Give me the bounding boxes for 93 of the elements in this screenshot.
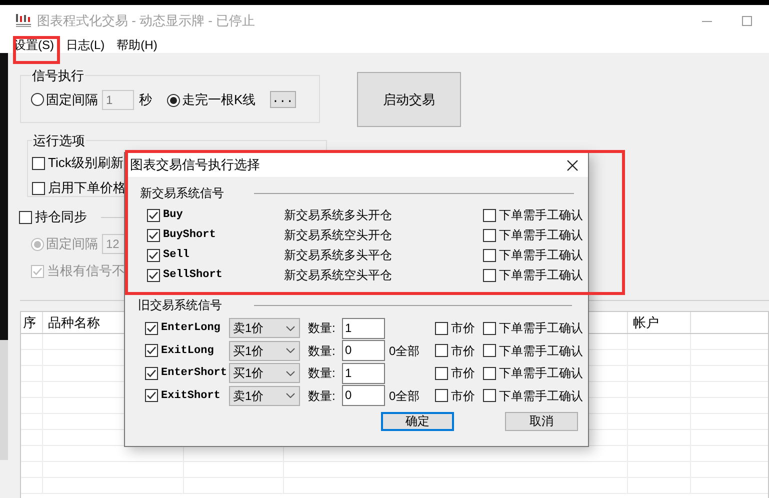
checkbox[interactable] bbox=[435, 366, 448, 380]
checkbox[interactable] bbox=[483, 268, 496, 282]
signal-name: SellShort bbox=[163, 268, 224, 283]
checkbox[interactable] bbox=[483, 366, 496, 380]
quantity-input[interactable]: 0 bbox=[342, 385, 385, 406]
checkbox-label: 市价 bbox=[451, 388, 475, 405]
menu-item[interactable]: 日志(L) bbox=[66, 37, 105, 53]
unit-label: 秒 bbox=[139, 90, 152, 109]
chevron-down-icon bbox=[286, 393, 295, 398]
checkbox[interactable] bbox=[145, 322, 158, 335]
quantity-hint: 0全部 bbox=[389, 344, 420, 358]
app-logo-icon bbox=[15, 13, 33, 29]
quantity-label: 数量: bbox=[308, 342, 336, 360]
radio-button[interactable] bbox=[167, 94, 180, 106]
signal-description: 新交易系统空头开仓 bbox=[284, 227, 393, 244]
checkbox-label: 下单需手工确认 bbox=[499, 267, 583, 284]
checkbox-label: 持仓同步 bbox=[35, 208, 87, 226]
checkbox[interactable] bbox=[483, 344, 496, 358]
checkbox[interactable] bbox=[483, 322, 496, 335]
radio-label: 走完一根K线 bbox=[182, 90, 256, 109]
chevron-down-icon bbox=[286, 370, 295, 376]
quantity-label: 数量: bbox=[308, 365, 336, 382]
checkbox[interactable] bbox=[19, 210, 32, 224]
dialog-title: 图表交易信号执行选择 bbox=[130, 156, 260, 174]
dialog-button[interactable]: 取消 bbox=[505, 412, 578, 431]
checkbox[interactable] bbox=[147, 208, 160, 222]
price-dropdown[interactable]: 卖1价 bbox=[229, 318, 300, 338]
checkbox-label: Tick级别刷新 bbox=[48, 154, 124, 172]
start-trading-button[interactable]: 启动交易 bbox=[357, 72, 461, 127]
column-header: 序 bbox=[21, 312, 43, 333]
radio-label: 固定间隔 bbox=[46, 90, 98, 109]
checkbox[interactable] bbox=[435, 344, 448, 358]
checkbox[interactable] bbox=[147, 228, 160, 242]
checkbox[interactable] bbox=[147, 268, 160, 282]
signal-name: BuyShort bbox=[163, 228, 217, 243]
price-dropdown[interactable]: 买1价 bbox=[229, 340, 300, 361]
quantity-input[interactable]: 0 bbox=[342, 340, 385, 362]
column-header: 帐户 bbox=[628, 312, 691, 333]
checkbox[interactable] bbox=[435, 322, 448, 335]
dialog-button[interactable]: 确定 bbox=[381, 412, 454, 431]
checkbox[interactable] bbox=[32, 156, 45, 170]
group-title: 信号执行 bbox=[31, 67, 85, 85]
checkbox[interactable] bbox=[145, 366, 158, 380]
checkbox[interactable] bbox=[483, 208, 496, 222]
radio-label: 固定间隔 bbox=[46, 235, 98, 254]
checkbox[interactable] bbox=[147, 248, 160, 262]
window-title: 图表程式化交易 - 动态显示牌 - 已停止 bbox=[37, 12, 256, 30]
close-icon[interactable] bbox=[567, 160, 578, 170]
menu-item[interactable]: 帮助(H) bbox=[116, 37, 158, 53]
quantity-label: 数量: bbox=[308, 320, 336, 338]
chevron-down-icon bbox=[286, 348, 295, 354]
signal-name: Buy bbox=[163, 208, 184, 223]
signal-name: ExitLong bbox=[161, 344, 215, 358]
checkbox[interactable] bbox=[435, 389, 448, 402]
checkbox[interactable] bbox=[483, 228, 496, 242]
checkbox-label: 下单需手工确认 bbox=[499, 365, 583, 382]
checkbox-label: 当根有信号不 bbox=[47, 262, 125, 280]
quantity-input[interactable]: 1 bbox=[342, 362, 385, 384]
quantity-hint: 0全部 bbox=[389, 388, 420, 403]
maximize-icon[interactable] bbox=[742, 16, 752, 26]
checkbox[interactable] bbox=[145, 389, 158, 402]
checkbox-label: 下单需手工确认 bbox=[499, 342, 583, 360]
checkbox[interactable] bbox=[483, 248, 496, 262]
checkbox[interactable] bbox=[145, 344, 158, 358]
checkbox-label: 启用下单价格 bbox=[48, 179, 126, 198]
checkbox-label: 下单需手工确认 bbox=[499, 388, 583, 405]
section-title: 新交易系统信号 bbox=[140, 185, 224, 202]
checkbox-label: 市价 bbox=[451, 342, 475, 360]
checkbox-label: 下单需手工确认 bbox=[499, 227, 583, 244]
checkbox-label: 下单需手工确认 bbox=[499, 207, 583, 224]
minimize-icon[interactable] bbox=[702, 20, 712, 22]
signal-description: 新交易系统空头平仓 bbox=[284, 267, 393, 284]
section-title: 旧交易系统信号 bbox=[138, 297, 222, 314]
group-title: 运行选项 bbox=[32, 132, 86, 150]
signal-name: Sell bbox=[163, 248, 190, 263]
more-button[interactable]: ... bbox=[270, 91, 296, 108]
signal-name: EnterShort bbox=[161, 366, 228, 381]
signal-name: ExitShort bbox=[161, 388, 222, 404]
radio-button[interactable] bbox=[31, 93, 44, 106]
interval-input[interactable]: 1 bbox=[102, 90, 134, 110]
signal-description: 新交易系统多头开仓 bbox=[284, 207, 393, 224]
price-dropdown[interactable]: 买1价 bbox=[229, 363, 300, 384]
checkbox-label: 市价 bbox=[451, 320, 475, 338]
checkbox[interactable] bbox=[32, 182, 45, 194]
checkbox-label: 下单需手工确认 bbox=[499, 247, 583, 264]
quantity-label: 数量: bbox=[308, 388, 336, 405]
chevron-down-icon bbox=[286, 326, 295, 331]
checkbox[interactable] bbox=[483, 389, 496, 402]
quantity-input[interactable]: 1 bbox=[342, 318, 385, 339]
checkbox-label: 市价 bbox=[451, 365, 475, 382]
signal-description: 新交易系统多头平仓 bbox=[284, 247, 393, 264]
price-dropdown[interactable]: 卖1价 bbox=[229, 386, 300, 406]
checkbox-label: 下单需手工确认 bbox=[499, 320, 583, 338]
